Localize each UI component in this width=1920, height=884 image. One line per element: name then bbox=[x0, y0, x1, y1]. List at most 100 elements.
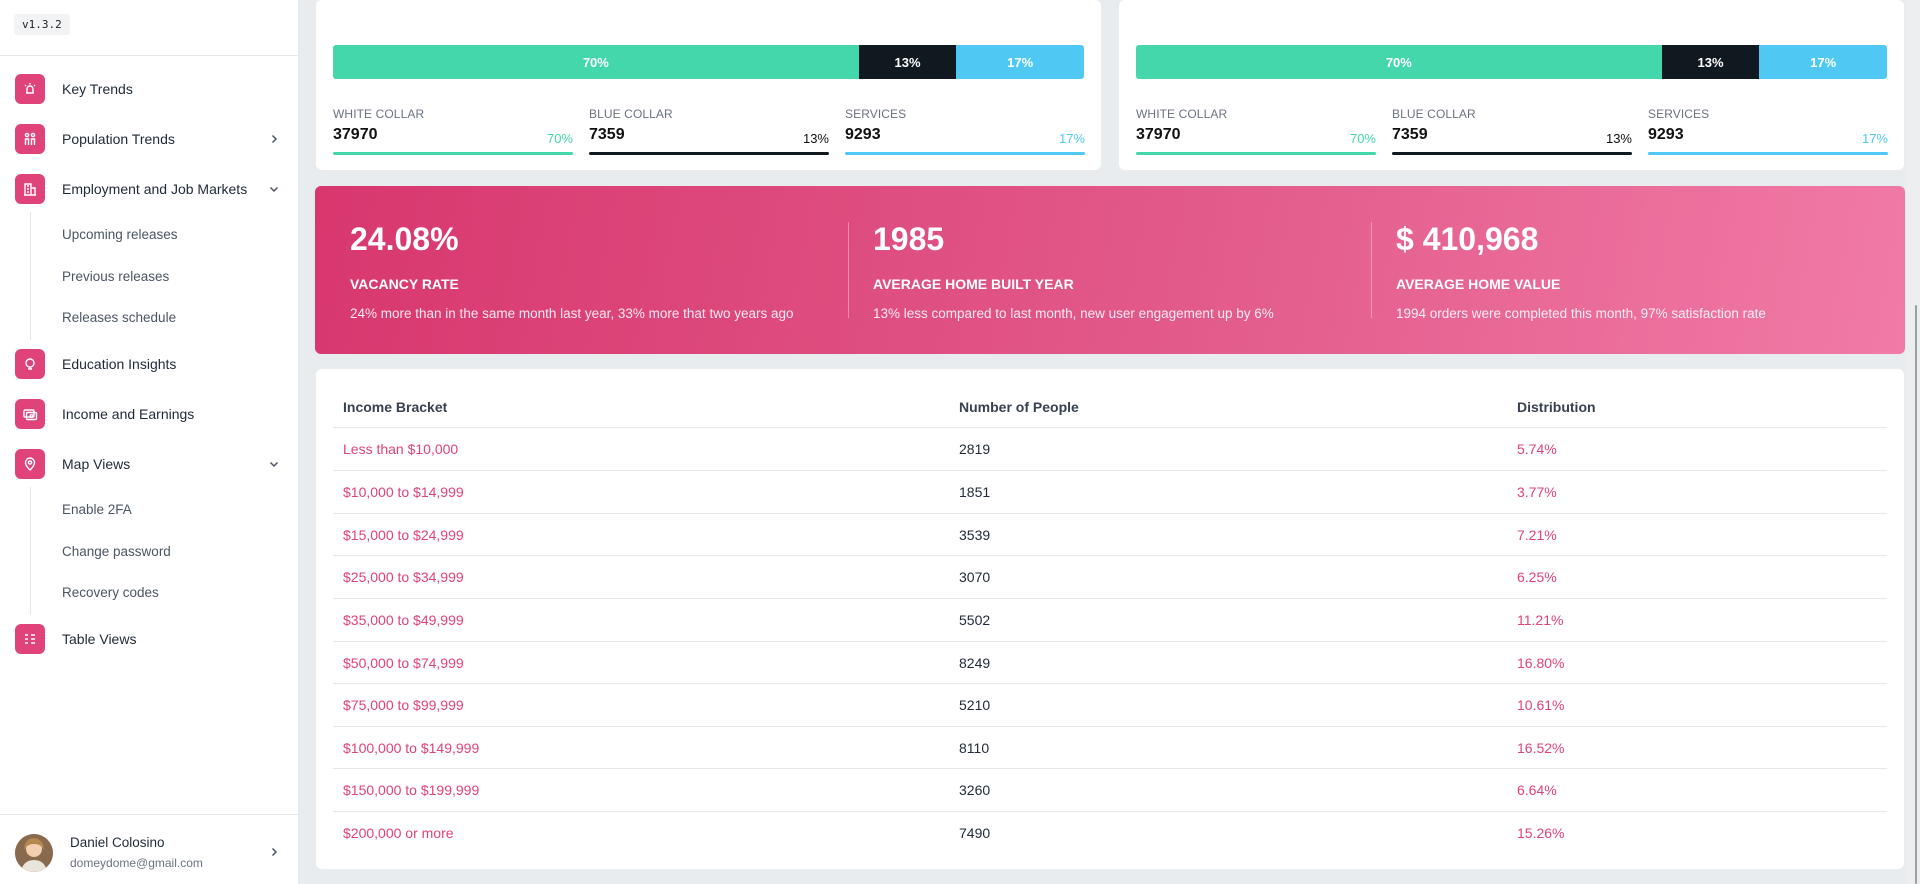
stat-percent: 13% bbox=[1605, 131, 1632, 146]
money-icon bbox=[15, 399, 45, 429]
sidebar-item-population-trends[interactable]: Population Trends bbox=[0, 119, 298, 159]
income-table: Income Bracket Number of People Distribu… bbox=[316, 369, 1904, 869]
workforce-card-body: 70% 13% 17% WHITE COLLAR 37970 70% BLUE … bbox=[333, 0, 1085, 170]
stat-title: SERVICES bbox=[1648, 107, 1710, 121]
stat-percent: 17% bbox=[1861, 131, 1888, 146]
table-row: $10,000 to $14,999 1851 3.77% bbox=[333, 470, 1887, 513]
table-row: $25,000 to $34,999 3070 6.25% bbox=[333, 555, 1887, 598]
number-of-people-cell: 1851 bbox=[959, 484, 991, 500]
submenu-guide-line bbox=[30, 212, 31, 340]
income-bracket-cell[interactable]: $75,000 to $99,999 bbox=[343, 697, 464, 713]
page-scrollbar[interactable] bbox=[1906, 0, 1920, 884]
stat-white-collar: WHITE COLLAR 37970 70% bbox=[1136, 107, 1376, 157]
stat-value: 37970 bbox=[1136, 126, 1181, 143]
number-of-people-cell: 3260 bbox=[959, 782, 991, 798]
number-of-people-cell: 7490 bbox=[959, 825, 991, 841]
income-bracket-cell[interactable]: $10,000 to $14,999 bbox=[343, 484, 464, 500]
sidebar-item-map-views[interactable]: Map Views bbox=[0, 444, 298, 484]
table-icon bbox=[15, 624, 45, 654]
sidebar-item-label: Income and Earnings bbox=[62, 406, 195, 422]
table-row: $200,000 or more 7490 15.26% bbox=[333, 811, 1887, 854]
chevron-right-icon bbox=[268, 133, 280, 145]
stat-underline bbox=[333, 152, 573, 155]
table-row: $75,000 to $99,999 5210 10.61% bbox=[333, 683, 1887, 726]
submenu-item-upcoming-releases[interactable]: Upcoming releases bbox=[62, 227, 178, 242]
income-bracket-cell[interactable]: Less than $10,000 bbox=[343, 441, 458, 457]
distribution-cell: 16.52% bbox=[1517, 740, 1565, 756]
stat-percent: 70% bbox=[1349, 131, 1376, 146]
sidebar-item-label: Map Views bbox=[62, 456, 131, 472]
income-bracket-cell[interactable]: $35,000 to $49,999 bbox=[343, 612, 464, 628]
number-of-people-cell: 2819 bbox=[959, 441, 991, 457]
stat-underline bbox=[589, 152, 829, 155]
income-bracket-cell[interactable]: $100,000 to $149,999 bbox=[343, 740, 479, 756]
table-row: $100,000 to $149,999 8110 16.52% bbox=[333, 726, 1887, 769]
stat-blue-collar: BLUE COLLAR 7359 13% bbox=[589, 107, 829, 157]
divider bbox=[0, 814, 298, 815]
workforce-stacked-bar: 70% 13% 17% bbox=[1136, 45, 1887, 79]
kpi-description: 1994 orders were completed this month, 9… bbox=[1396, 306, 1766, 321]
divider bbox=[1371, 222, 1372, 318]
services-segment: 17% bbox=[1759, 45, 1887, 79]
submenu-guide-line bbox=[30, 487, 31, 615]
submenu-item-previous-releases[interactable]: Previous releases bbox=[62, 269, 169, 284]
number-of-people-cell: 5210 bbox=[959, 697, 991, 713]
kpi-label: AVERAGE HOME BUILT YEAR bbox=[873, 276, 1074, 292]
sidebar-item-label: Education Insights bbox=[62, 356, 177, 372]
column-header-income-bracket[interactable]: Income Bracket bbox=[343, 399, 447, 415]
divider bbox=[848, 222, 849, 318]
column-header-distribution[interactable]: Distribution bbox=[1517, 399, 1596, 415]
distribution-cell: 5.74% bbox=[1517, 441, 1557, 457]
column-header-number-of-people[interactable]: Number of People bbox=[959, 399, 1079, 415]
number-of-people-cell: 5502 bbox=[959, 612, 991, 628]
stat-title: WHITE COLLAR bbox=[1136, 107, 1228, 121]
sidebar-item-education-insights[interactable]: Education Insights bbox=[0, 344, 298, 384]
income-bracket-cell[interactable]: $50,000 to $74,999 bbox=[343, 655, 464, 671]
scrollbar-thumb[interactable] bbox=[1915, 305, 1917, 884]
sidebar-item-label: Table Views bbox=[62, 631, 137, 647]
submenu-item-change-password[interactable]: Change password bbox=[62, 544, 171, 559]
stat-underline bbox=[845, 152, 1085, 155]
kpi-label: AVERAGE HOME VALUE bbox=[1396, 276, 1561, 292]
income-bracket-cell[interactable]: $200,000 or more bbox=[343, 825, 454, 841]
stat-title: BLUE COLLAR bbox=[1392, 107, 1476, 121]
distribution-cell: 7.21% bbox=[1517, 527, 1557, 543]
income-bracket-cell[interactable]: $15,000 to $24,999 bbox=[343, 527, 464, 543]
stat-value: 37970 bbox=[333, 126, 378, 143]
sidebar-item-employment[interactable]: Employment and Job Markets bbox=[0, 169, 298, 209]
divider bbox=[0, 55, 298, 56]
submenu-item-recovery-codes[interactable]: Recovery codes bbox=[62, 585, 159, 600]
stat-value: 9293 bbox=[845, 126, 881, 143]
number-of-people-cell: 3070 bbox=[959, 569, 991, 585]
submenu-item-enable-2fa[interactable]: Enable 2FA bbox=[62, 502, 132, 517]
kpi-home-built-year: 1985 AVERAGE HOME BUILT YEAR 13% less co… bbox=[873, 221, 1373, 321]
sidebar-item-income-earnings[interactable]: Income and Earnings bbox=[0, 394, 298, 434]
table-row: Less than $10,000 2819 5.74% bbox=[333, 427, 1887, 470]
sidebar-item-key-trends[interactable]: Key Trends bbox=[0, 69, 298, 109]
kpi-label: VACANCY RATE bbox=[350, 276, 459, 292]
income-bracket-cell[interactable]: $25,000 to $34,999 bbox=[343, 569, 464, 585]
sidebar-item-label: Employment and Job Markets bbox=[62, 181, 248, 197]
avatar[interactable] bbox=[15, 834, 53, 872]
table-row: $150,000 to $199,999 3260 6.64% bbox=[333, 768, 1887, 811]
kpi-value: 1985 bbox=[873, 221, 945, 257]
stat-value: 7359 bbox=[1392, 126, 1428, 143]
user-name[interactable]: Daniel Colosino bbox=[70, 835, 165, 850]
blue-collar-segment: 13% bbox=[1661, 45, 1760, 79]
kpi-value: $ 410,968 bbox=[1396, 221, 1539, 257]
submenu-item-releases-schedule[interactable]: Releases schedule bbox=[62, 310, 176, 325]
stat-percent: 70% bbox=[546, 131, 573, 146]
education-icon bbox=[15, 349, 45, 379]
stat-underline bbox=[1648, 152, 1888, 155]
income-bracket-cell[interactable]: $150,000 to $199,999 bbox=[343, 782, 479, 798]
sidebar-item-table-views[interactable]: Table Views bbox=[0, 619, 298, 659]
stat-white-collar: WHITE COLLAR 37970 70% bbox=[333, 107, 573, 157]
stat-underline bbox=[1136, 152, 1376, 155]
building-icon bbox=[15, 174, 45, 204]
chevron-right-icon[interactable] bbox=[268, 845, 280, 857]
stat-title: BLUE COLLAR bbox=[589, 107, 673, 121]
version-badge: v1.3.2 bbox=[14, 14, 70, 35]
sidebar-item-label: Key Trends bbox=[62, 81, 133, 97]
stat-services: SERVICES 9293 17% bbox=[1648, 107, 1888, 157]
number-of-people-cell: 8110 bbox=[959, 740, 990, 756]
